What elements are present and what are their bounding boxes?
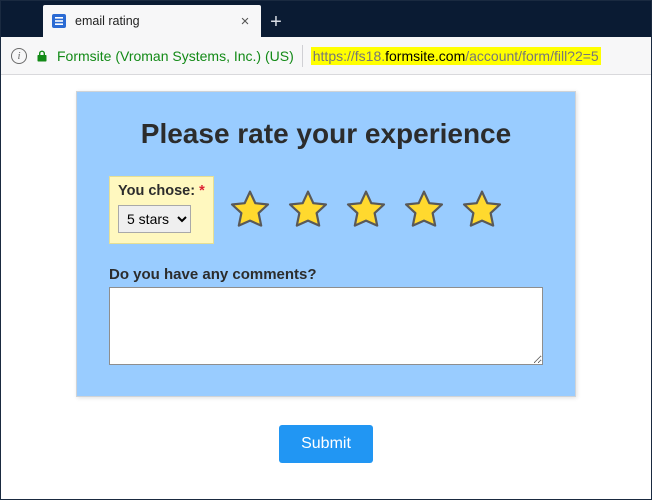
star-icon: [286, 188, 330, 232]
site-identity[interactable]: Formsite (Vroman Systems, Inc.) (US): [57, 48, 294, 64]
new-tab-button[interactable]: +: [261, 7, 291, 37]
tab-close-icon[interactable]: ×: [237, 13, 253, 29]
url-prefix: https://fs18.: [313, 48, 385, 64]
star-display: [228, 188, 504, 232]
url-display[interactable]: https://fs18.formsite.com/account/form/f…: [311, 47, 601, 65]
tab-favicon: [51, 13, 67, 29]
tab-title: email rating: [75, 14, 229, 28]
star-icon: [344, 188, 388, 232]
address-separator: [302, 45, 303, 67]
star-icon: [402, 188, 446, 232]
you-chose-label: You chose: *: [118, 183, 205, 199]
comments-textarea[interactable]: [109, 287, 543, 365]
submit-button[interactable]: Submit: [279, 425, 373, 463]
you-chose-text: You chose:: [118, 183, 195, 199]
page-info-icon[interactable]: i: [11, 48, 27, 64]
page-viewport: Please rate your experience You chose: *…: [1, 75, 651, 499]
rating-select[interactable]: 1 star2 stars3 stars4 stars5 stars: [118, 205, 191, 233]
tab-bar: email rating × +: [1, 1, 651, 37]
form-title: Please rate your experience: [109, 118, 543, 150]
required-mark: *: [199, 183, 205, 199]
lock-icon: [35, 49, 49, 63]
address-bar: i Formsite (Vroman Systems, Inc.) (US) h…: [1, 37, 651, 75]
comments-label: Do you have any comments?: [109, 266, 543, 283]
star-icon: [460, 188, 504, 232]
url-path: /account/form/fill?2=5: [465, 48, 598, 64]
star-icon: [228, 188, 272, 232]
submit-wrap: Submit: [1, 425, 651, 463]
browser-tab[interactable]: email rating ×: [43, 5, 261, 37]
you-chose-box: You chose: * 1 star2 stars3 stars4 stars…: [109, 176, 214, 244]
rating-row: You chose: * 1 star2 stars3 stars4 stars…: [109, 176, 543, 244]
rating-form-card: Please rate your experience You chose: *…: [76, 91, 576, 397]
url-host: formsite.com: [385, 48, 465, 64]
